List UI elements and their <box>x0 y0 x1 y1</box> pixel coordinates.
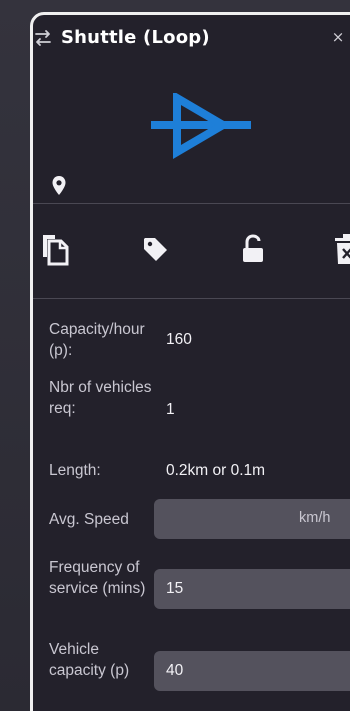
close-icon[interactable]: × <box>328 27 348 47</box>
vehicle-capacity-label: Vehicle capacity (p) <box>49 641 130 679</box>
avg-speed-label: Avg. Speed <box>49 511 129 528</box>
delete-button[interactable] <box>333 231 350 271</box>
unlock-icon <box>243 234 263 262</box>
vehicle-capacity-input[interactable] <box>154 651 350 691</box>
copy-button[interactable] <box>39 231 75 271</box>
panel-header: Shuttle (Loop) × <box>33 15 350 65</box>
vehicles-required-label: Nbr of vehicles req: <box>49 379 152 417</box>
shuttle-route-symbol-icon <box>147 91 255 159</box>
length-label: Length: <box>49 462 101 479</box>
frequency-label: Frequency of service (mins) <box>49 559 146 597</box>
capacity-hour-label: Capacity/hour (p): <box>49 321 145 359</box>
app-background: Shuttle (Loop) × Capacity/hour (p): 160 … <box>0 0 350 711</box>
shuttle-properties-panel: Shuttle (Loop) × Capacity/hour (p): 160 … <box>30 12 350 711</box>
frequency-input[interactable] <box>154 569 350 609</box>
panel-title: Shuttle (Loop) <box>61 27 210 48</box>
action-toolbar <box>33 231 350 275</box>
capacity-hour-value: 160 <box>166 331 192 348</box>
copy-icon <box>43 235 69 266</box>
trash-icon <box>335 234 350 264</box>
divider-top <box>33 203 350 204</box>
swap-arrows-icon[interactable] <box>33 29 53 47</box>
lock-button[interactable] <box>239 231 275 271</box>
tag-button[interactable] <box>141 231 177 271</box>
vehicles-required-value: 1 <box>166 401 175 418</box>
length-value: 0.2km or 0.1m <box>166 462 266 479</box>
tag-icon <box>144 238 167 261</box>
divider-bottom <box>33 298 350 299</box>
location-pin-icon[interactable] <box>51 175 67 197</box>
avg-speed-unit: km/h <box>299 510 331 526</box>
